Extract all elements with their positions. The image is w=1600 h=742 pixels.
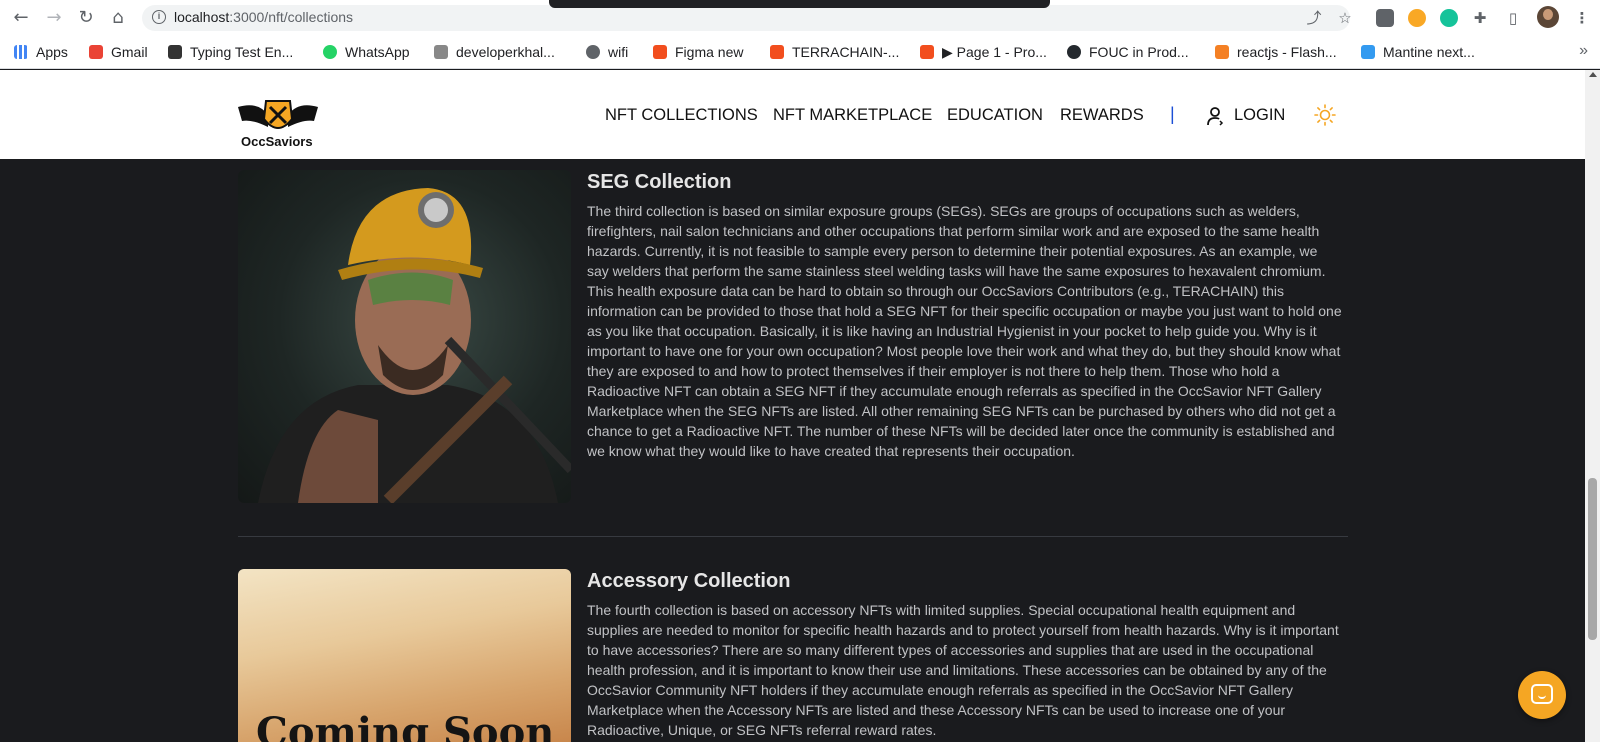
stackoverflow-icon bbox=[1215, 45, 1229, 59]
seg-collection-description: The third collection is based on similar… bbox=[587, 203, 1342, 459]
react-icon bbox=[1361, 45, 1375, 59]
scroll-up-arrow-icon[interactable] bbox=[1588, 72, 1597, 77]
bookmark-typing-test[interactable]: Typing Test En... bbox=[168, 43, 293, 61]
whatsapp-icon bbox=[323, 45, 337, 59]
bookmark-mantine[interactable]: Mantine next... bbox=[1361, 43, 1475, 61]
bookmark-fouc[interactable]: FOUC in Prod... bbox=[1067, 43, 1189, 61]
site-info-icon[interactable]: i bbox=[152, 10, 166, 24]
section-divider bbox=[238, 536, 1348, 537]
bookmark-star-icon[interactable]: ☆ bbox=[1335, 8, 1355, 28]
github-icon bbox=[1067, 45, 1081, 59]
nav-login[interactable]: LOGIN bbox=[1234, 106, 1285, 125]
bookmark-figma-new[interactable]: Figma new bbox=[653, 43, 743, 61]
bookmark-reactjs[interactable]: reactjs - Flash... bbox=[1215, 43, 1337, 61]
nav-nft-collections[interactable]: NFT COLLECTIONS bbox=[605, 106, 758, 125]
nav-education[interactable]: EDUCATION bbox=[947, 106, 1043, 125]
collections-content: SEG Collection The third collection is b… bbox=[0, 159, 1585, 742]
bookmarks-more-icon[interactable]: » bbox=[1579, 42, 1588, 60]
bookmark-developerkhal[interactable]: developerkhal... bbox=[434, 43, 555, 61]
forward-icon[interactable]: → bbox=[43, 7, 65, 29]
coming-soon-text: Coming Soon bbox=[256, 709, 555, 742]
seg-collection-image bbox=[238, 170, 571, 503]
accessory-collection-description: The fourth collection is based on access… bbox=[587, 602, 1339, 738]
chat-icon bbox=[1531, 684, 1553, 704]
bookmark-page-1[interactable]: ▶ Page 1 - Pro... bbox=[920, 43, 1047, 61]
extension-g-icon[interactable] bbox=[1408, 9, 1426, 27]
profile-avatar[interactable] bbox=[1537, 6, 1559, 28]
figma-icon bbox=[770, 45, 784, 59]
scrollbar-track[interactable] bbox=[1585, 70, 1600, 742]
logo-text[interactable]: OccSaviors bbox=[241, 134, 313, 149]
home-icon[interactable]: ⌂ bbox=[107, 7, 129, 29]
bookmark-apps[interactable]: Apps bbox=[14, 43, 68, 61]
figma-icon bbox=[653, 45, 667, 59]
accessory-collection-image: Coming Soon bbox=[238, 569, 571, 742]
extension-icon[interactable] bbox=[1376, 9, 1394, 27]
screen-notch bbox=[549, 0, 1050, 8]
nav-separator: | bbox=[1170, 104, 1175, 124]
nav-rewards[interactable]: REWARDS bbox=[1060, 106, 1144, 125]
bookmark-whatsapp[interactable]: WhatsApp bbox=[323, 43, 410, 61]
miner-illustration bbox=[258, 188, 571, 503]
nav-nft-marketplace[interactable]: NFT MARKETPLACE bbox=[773, 106, 932, 125]
bookmark-wifi[interactable]: wifi bbox=[586, 43, 628, 61]
grammarly-icon[interactable] bbox=[1440, 9, 1458, 27]
globe-icon bbox=[586, 45, 600, 59]
user-icon[interactable] bbox=[1206, 106, 1224, 126]
gmail-icon bbox=[89, 45, 103, 59]
reload-icon[interactable]: ↻ bbox=[75, 7, 97, 29]
sun-icon[interactable] bbox=[1314, 104, 1336, 126]
figma-icon bbox=[920, 45, 934, 59]
share-icon[interactable]: ⤴ bbox=[1304, 8, 1324, 28]
back-icon[interactable]: ← bbox=[10, 7, 32, 29]
chat-launcher-button[interactable] bbox=[1518, 671, 1566, 719]
url-text[interactable]: localhost:3000/nft/collections bbox=[174, 9, 353, 25]
accessory-collection-title: Accessory Collection bbox=[587, 570, 791, 592]
bookmarks-bar: Apps Gmail Typing Test En... WhatsApp de… bbox=[0, 35, 1600, 69]
developerkhal-icon bbox=[434, 45, 448, 59]
typing-test-icon bbox=[168, 45, 182, 59]
menu-dots-icon[interactable]: ⋮ bbox=[1572, 8, 1592, 28]
browser-toolbar: ← → ↻ ⌂ i localhost:3000/nft/collections… bbox=[0, 0, 1600, 35]
seg-collection-title: SEG Collection bbox=[587, 171, 732, 193]
bookmark-terrachain[interactable]: TERRACHAIN-... bbox=[770, 43, 899, 61]
apps-grid-icon bbox=[14, 45, 28, 59]
puzzle-extensions-icon[interactable]: ✚ bbox=[1470, 8, 1490, 28]
bookmark-gmail[interactable]: Gmail bbox=[89, 43, 148, 61]
side-panel-icon[interactable]: ▯ bbox=[1503, 8, 1523, 28]
scrollbar-thumb[interactable] bbox=[1588, 478, 1597, 640]
